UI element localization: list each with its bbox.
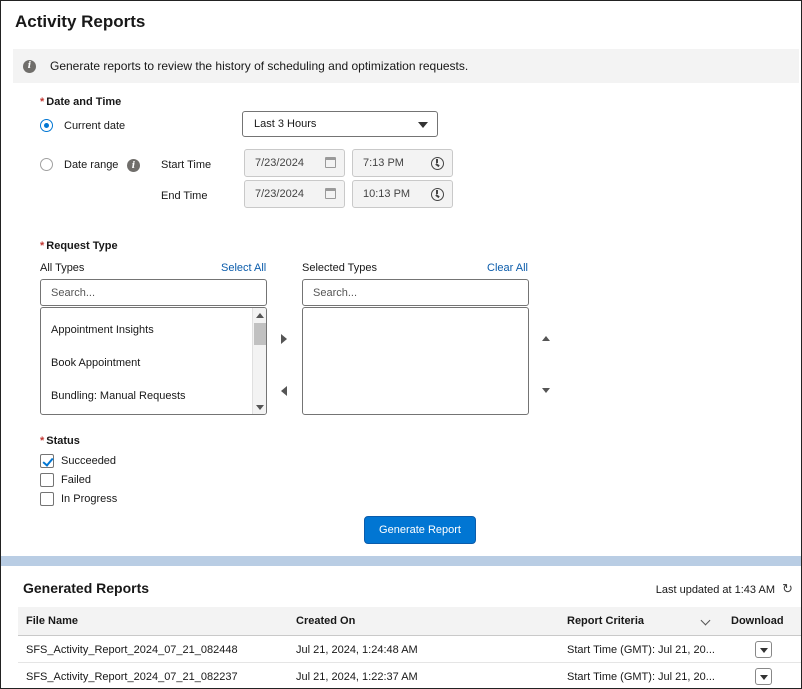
calendar-icon	[325, 188, 336, 199]
download-menu-button[interactable]	[755, 668, 772, 685]
date-range-label: Date range	[64, 159, 119, 171]
current-date-radio[interactable]	[40, 119, 53, 132]
table-row[interactable]: SFS_Activity_Report_2024_07_21_082448 Ju…	[18, 636, 801, 663]
info-icon: i	[23, 59, 36, 73]
reports-table: File Name Created On Report Criteria Dow…	[18, 607, 801, 688]
request-type-label: * Request Type	[40, 240, 118, 252]
end-date-field[interactable]: 7/23/2024	[244, 180, 345, 208]
column-header-download: Download	[731, 615, 784, 627]
time-range-select[interactable]: Last 3 Hours	[242, 111, 438, 137]
criteria-cell: Start Time (GMT): Jul 21, 20...	[567, 671, 715, 683]
table-header: File Name Created On Report Criteria Dow…	[18, 607, 801, 636]
selected-types-label: Selected Types	[302, 262, 378, 274]
table-row[interactable]: SFS_Activity_Report_2024_07_21_082237 Ju…	[18, 663, 801, 688]
succeeded-checkbox[interactable]	[40, 454, 54, 468]
scroll-down-icon[interactable]	[256, 405, 264, 410]
all-types-listbox[interactable]: Appointment Insights Book Appointment Bu…	[40, 307, 267, 415]
move-left-icon[interactable]	[281, 386, 287, 396]
end-time-field[interactable]: 10:13 PM	[352, 180, 453, 208]
in-progress-checkbox[interactable]	[40, 492, 54, 506]
refresh-icon[interactable]: ↻	[782, 582, 793, 597]
move-down-icon[interactable]	[542, 388, 550, 393]
failed-label: Failed	[61, 474, 91, 486]
generate-report-button[interactable]: Generate Report	[364, 516, 476, 544]
all-types-label: All Types	[40, 262, 85, 274]
section-divider	[1, 556, 801, 566]
created-on-cell: Jul 21, 2024, 1:22:37 AM	[296, 671, 418, 683]
start-time-label: Start Time	[161, 159, 212, 171]
criteria-cell: Start Time (GMT): Jul 21, 20...	[567, 644, 715, 656]
scrollbar[interactable]	[252, 308, 266, 414]
select-all-link[interactable]: Select All	[221, 262, 266, 274]
page-title: Activity Reports	[15, 12, 146, 31]
info-text: Generate reports to review the history o…	[50, 59, 469, 73]
date-time-label: * Date and Time	[40, 96, 122, 108]
start-date-field[interactable]: 7/23/2024	[244, 149, 345, 177]
current-date-label: Current date	[64, 120, 126, 132]
scrollbar-thumb[interactable]	[254, 323, 266, 345]
calendar-icon	[325, 157, 336, 168]
selected-types-listbox[interactable]	[302, 307, 529, 415]
move-up-icon[interactable]	[542, 336, 550, 341]
download-menu-button[interactable]	[755, 641, 772, 658]
last-updated-text: Last updated at 1:43 AM	[655, 584, 775, 596]
failed-checkbox[interactable]	[40, 473, 54, 487]
info-banner: i Generate reports to review the history…	[13, 49, 799, 83]
date-range-radio[interactable]	[40, 158, 53, 171]
column-header-file-name[interactable]: File Name	[26, 615, 78, 627]
all-types-search-input[interactable]: Search...	[40, 279, 267, 306]
scroll-up-icon[interactable]	[256, 313, 264, 318]
file-name-cell: SFS_Activity_Report_2024_07_21_082237	[26, 671, 238, 683]
succeeded-label: Succeeded	[61, 455, 117, 467]
column-header-report-criteria[interactable]: Report Criteria	[567, 615, 644, 627]
clock-icon	[431, 157, 444, 170]
in-progress-label: In Progress	[61, 493, 118, 505]
list-item[interactable]: Bundling: Manual Requests	[51, 390, 186, 402]
time-range-value: Last 3 Hours	[254, 118, 317, 130]
chevron-down-icon	[418, 122, 428, 128]
selected-types-search-input[interactable]: Search...	[302, 279, 529, 306]
start-time-field[interactable]: 7:13 PM	[352, 149, 453, 177]
end-time-label: End Time	[161, 190, 208, 202]
activity-reports-page: Activity Reports i Generate reports to r…	[0, 0, 802, 689]
clock-icon	[431, 188, 444, 201]
status-label: * Status	[40, 435, 80, 447]
file-name-cell: SFS_Activity_Report_2024_07_21_082448	[26, 644, 238, 656]
list-item[interactable]: Book Appointment	[51, 357, 140, 369]
chevron-down-icon[interactable]	[700, 615, 711, 626]
generated-reports-title: Generated Reports	[23, 580, 150, 596]
info-icon[interactable]: i	[127, 159, 140, 172]
clear-all-link[interactable]: Clear All	[487, 262, 528, 274]
column-header-created-on[interactable]: Created On	[296, 615, 355, 627]
created-on-cell: Jul 21, 2024, 1:24:48 AM	[296, 644, 418, 656]
move-right-icon[interactable]	[281, 334, 287, 344]
list-item[interactable]: Appointment Insights	[51, 324, 154, 336]
